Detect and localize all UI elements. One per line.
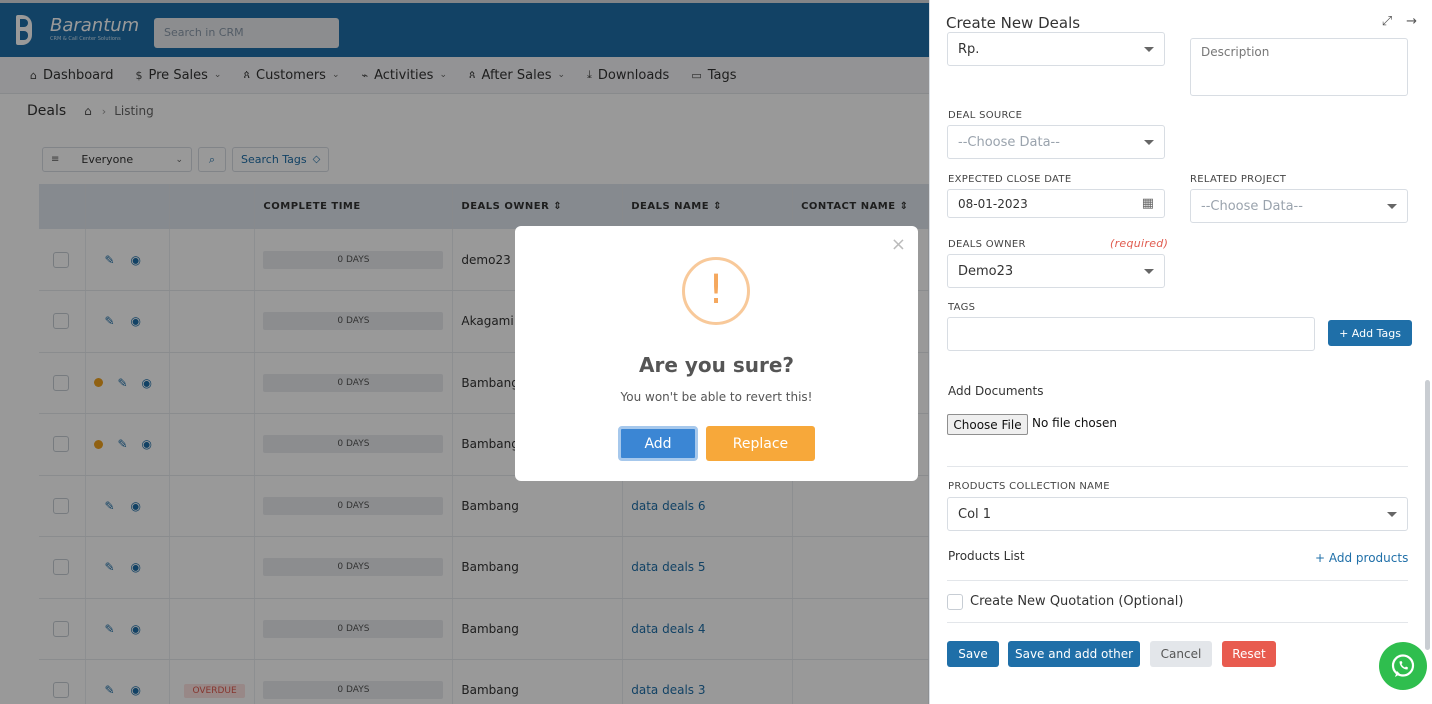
dialog-message: You won't be able to revert this! [620, 390, 813, 404]
save-button[interactable]: Save [947, 641, 999, 667]
deals-owner-label: DEALS OWNER [948, 239, 1026, 250]
section-divider [947, 622, 1408, 623]
close-date-value: 08-01-2023 [958, 196, 1028, 211]
deals-owner-select[interactable]: Demo23 [947, 254, 1165, 288]
currency-select[interactable]: Rp. [947, 32, 1165, 66]
products-collection-value: Col 1 [958, 506, 992, 522]
related-project-select[interactable]: --Choose Data-- [1190, 189, 1408, 223]
currency-value: Rp. [958, 41, 980, 57]
caret-down-icon [1387, 203, 1397, 209]
expand-icon[interactable]: ⤢ [1382, 14, 1392, 29]
products-collection-label: PRODUCTS COLLECTION NAME [948, 481, 1110, 492]
caret-down-icon [1144, 268, 1154, 274]
calendar-icon[interactable]: ▦ [1142, 196, 1154, 211]
products-list-label: Products List [948, 549, 1025, 563]
add-button[interactable]: Add [618, 426, 698, 461]
choose-file-button[interactable]: Choose File [947, 414, 1028, 435]
panel-scrollbar[interactable] [1425, 380, 1430, 650]
close-date-label: EXPECTED CLOSE DATE [948, 174, 1072, 185]
caret-down-icon [1144, 46, 1154, 52]
required-text: (required) [1110, 237, 1169, 250]
reset-button[interactable]: Reset [1222, 641, 1276, 667]
caret-down-icon [1387, 511, 1397, 517]
quotation-label: Create New Quotation (Optional) [970, 594, 1184, 609]
arrow-right-icon[interactable]: → [1406, 14, 1417, 29]
close-icon[interactable]: × [891, 234, 906, 255]
whatsapp-button[interactable] [1379, 642, 1427, 690]
deal-source-label: DEAL SOURCE [948, 110, 1023, 121]
deal-source-value: --Choose Data-- [958, 134, 1060, 150]
related-project-label: RELATED PROJECT [1190, 174, 1287, 185]
whatsapp-icon [1391, 654, 1415, 677]
section-divider [947, 580, 1408, 581]
section-divider [947, 466, 1408, 467]
warning-icon: ! [682, 257, 750, 325]
quotation-checkbox[interactable] [947, 594, 963, 610]
cancel-button[interactable]: Cancel [1150, 641, 1212, 667]
products-collection-select[interactable]: Col 1 [947, 497, 1408, 531]
tags-input[interactable] [947, 317, 1315, 351]
save-and-add-button[interactable]: Save and add other [1008, 641, 1140, 667]
deals-owner-value: Demo23 [958, 263, 1014, 279]
add-documents-label: Add Documents [948, 384, 1044, 398]
deal-source-select[interactable]: --Choose Data-- [947, 125, 1165, 159]
no-file-text: No file chosen [1032, 416, 1118, 430]
panel-title: Create New Deals [946, 14, 1081, 32]
create-deal-panel: Create New Deals ⤢ → Rp. Description DEA… [929, 0, 1432, 704]
add-products-link[interactable]: + Add products [1315, 551, 1408, 565]
description-field[interactable]: Description [1190, 38, 1408, 96]
related-project-value: --Choose Data-- [1201, 198, 1303, 214]
tags-label: TAGS [948, 302, 976, 313]
add-tags-button[interactable]: + Add Tags [1328, 320, 1412, 346]
dialog-title: Are you sure? [638, 353, 795, 377]
replace-button[interactable]: Replace [706, 426, 815, 461]
caret-down-icon [1144, 139, 1154, 145]
required-note: (required) [1110, 237, 1168, 250]
confirm-dialog: × ! Are you sure? You won't be able to r… [515, 226, 918, 481]
close-date-input[interactable]: 08-01-2023 ▦ [947, 189, 1165, 218]
